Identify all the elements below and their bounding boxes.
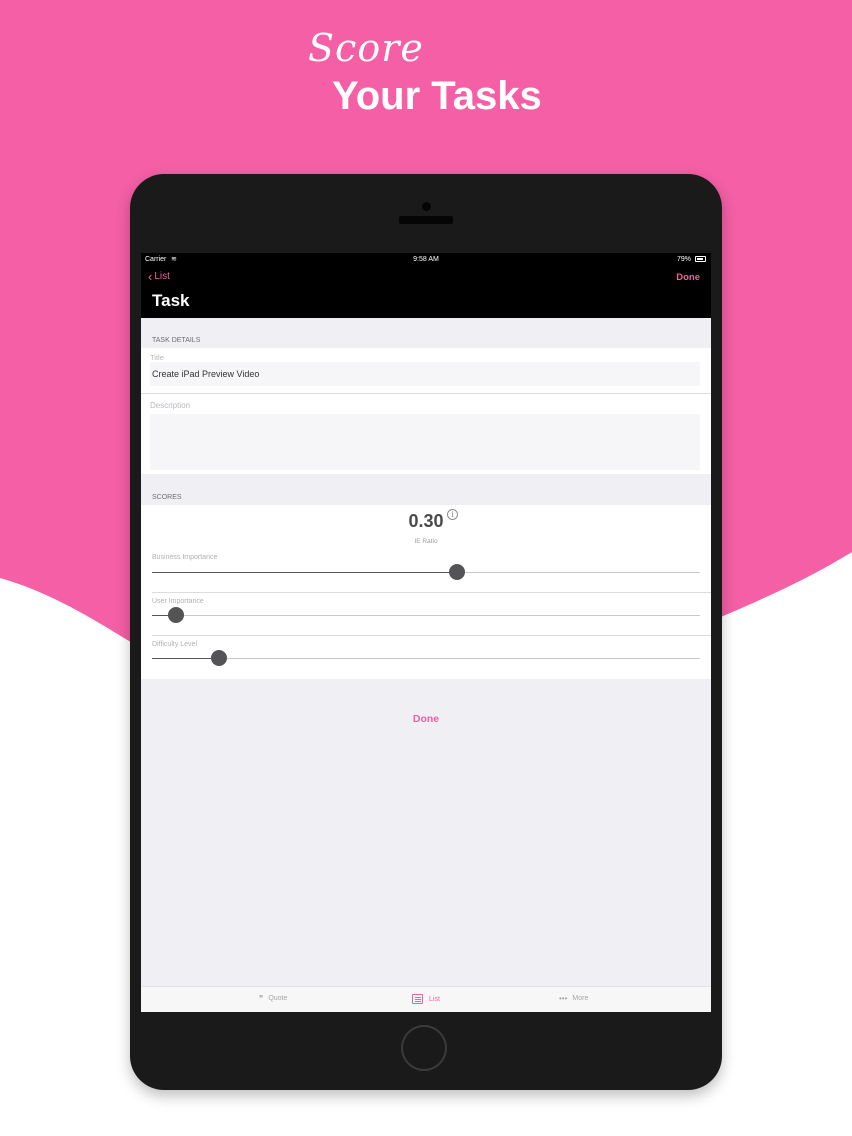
list-icon xyxy=(412,994,423,1004)
difficulty-level-label: Difficulty Level xyxy=(152,641,198,648)
tab-more[interactable]: ••• More xyxy=(559,994,588,1003)
status-time: 9:58 AM xyxy=(413,256,439,263)
headline: Score Your Tasks xyxy=(0,0,852,130)
field-divider xyxy=(141,393,711,394)
title-input[interactable]: Create iPad Preview Video xyxy=(150,362,700,386)
slider-thumb[interactable] xyxy=(210,650,227,666)
headline-your-tasks: Your Tasks xyxy=(332,74,542,118)
status-bar: Carrier ≋ 9:58 AM 79% xyxy=(141,253,711,267)
slider-thumb[interactable] xyxy=(448,564,465,580)
slider-divider xyxy=(152,635,711,636)
tab-label: More xyxy=(572,995,589,1002)
ie-ratio-label: IE Ratio xyxy=(414,538,438,545)
home-button[interactable] xyxy=(401,1025,447,1071)
ipad-device: Carrier ≋ 9:58 AM 79% ‹ List Done Task T… xyxy=(130,174,722,1090)
business-importance-slider[interactable] xyxy=(152,564,700,580)
task-details-header: TASK DETAILS xyxy=(152,337,201,344)
battery-percent: 79% xyxy=(676,256,691,263)
back-button[interactable]: ‹ List xyxy=(148,268,170,284)
scores-header: SCORES xyxy=(152,494,182,501)
quote-icon: ❞ xyxy=(259,994,264,1003)
ie-ratio-value: 0.30 xyxy=(408,511,444,531)
description-placeholder: Description xyxy=(150,401,191,410)
tab-label: Quote xyxy=(268,995,288,1002)
info-icon[interactable]: i xyxy=(447,509,458,520)
scores-group: 0.30 i IE Ratio Business Importance User… xyxy=(141,505,711,679)
tab-list[interactable]: List xyxy=(412,994,440,1004)
slider-divider xyxy=(152,592,711,593)
title-field-label: Title xyxy=(150,353,164,362)
tab-quote[interactable]: ❞ Quote xyxy=(259,994,287,1003)
tab-label: List xyxy=(429,995,440,1003)
page-title: Task xyxy=(152,291,190,310)
user-importance-label: User Importance xyxy=(152,598,204,605)
battery-icon xyxy=(695,256,706,262)
navigation-bar: ‹ List Done Task xyxy=(141,267,711,318)
slider-fill xyxy=(152,658,219,659)
user-importance-slider[interactable] xyxy=(152,607,700,623)
description-input[interactable] xyxy=(150,414,700,470)
speaker-grille xyxy=(399,216,453,224)
chevron-left-icon: ‹ xyxy=(148,268,153,284)
slider-thumb[interactable] xyxy=(167,607,184,623)
difficulty-level-slider[interactable] xyxy=(152,650,700,666)
back-button-label: List xyxy=(154,271,170,282)
tab-bar: ❞ Quote List ••• More xyxy=(141,986,711,1012)
headline-score: Score xyxy=(308,26,424,70)
done-button[interactable]: Done xyxy=(141,713,711,725)
app-screen: Carrier ≋ 9:58 AM 79% ‹ List Done Task T… xyxy=(141,253,711,1012)
more-icon: ••• xyxy=(559,994,568,1003)
nav-done-button[interactable]: Done xyxy=(676,272,700,283)
business-importance-label: Business Importance xyxy=(152,554,218,561)
slider-fill xyxy=(152,572,457,573)
task-details-group: Title Create iPad Preview Video Descript… xyxy=(141,348,711,474)
camera-icon xyxy=(422,202,431,211)
